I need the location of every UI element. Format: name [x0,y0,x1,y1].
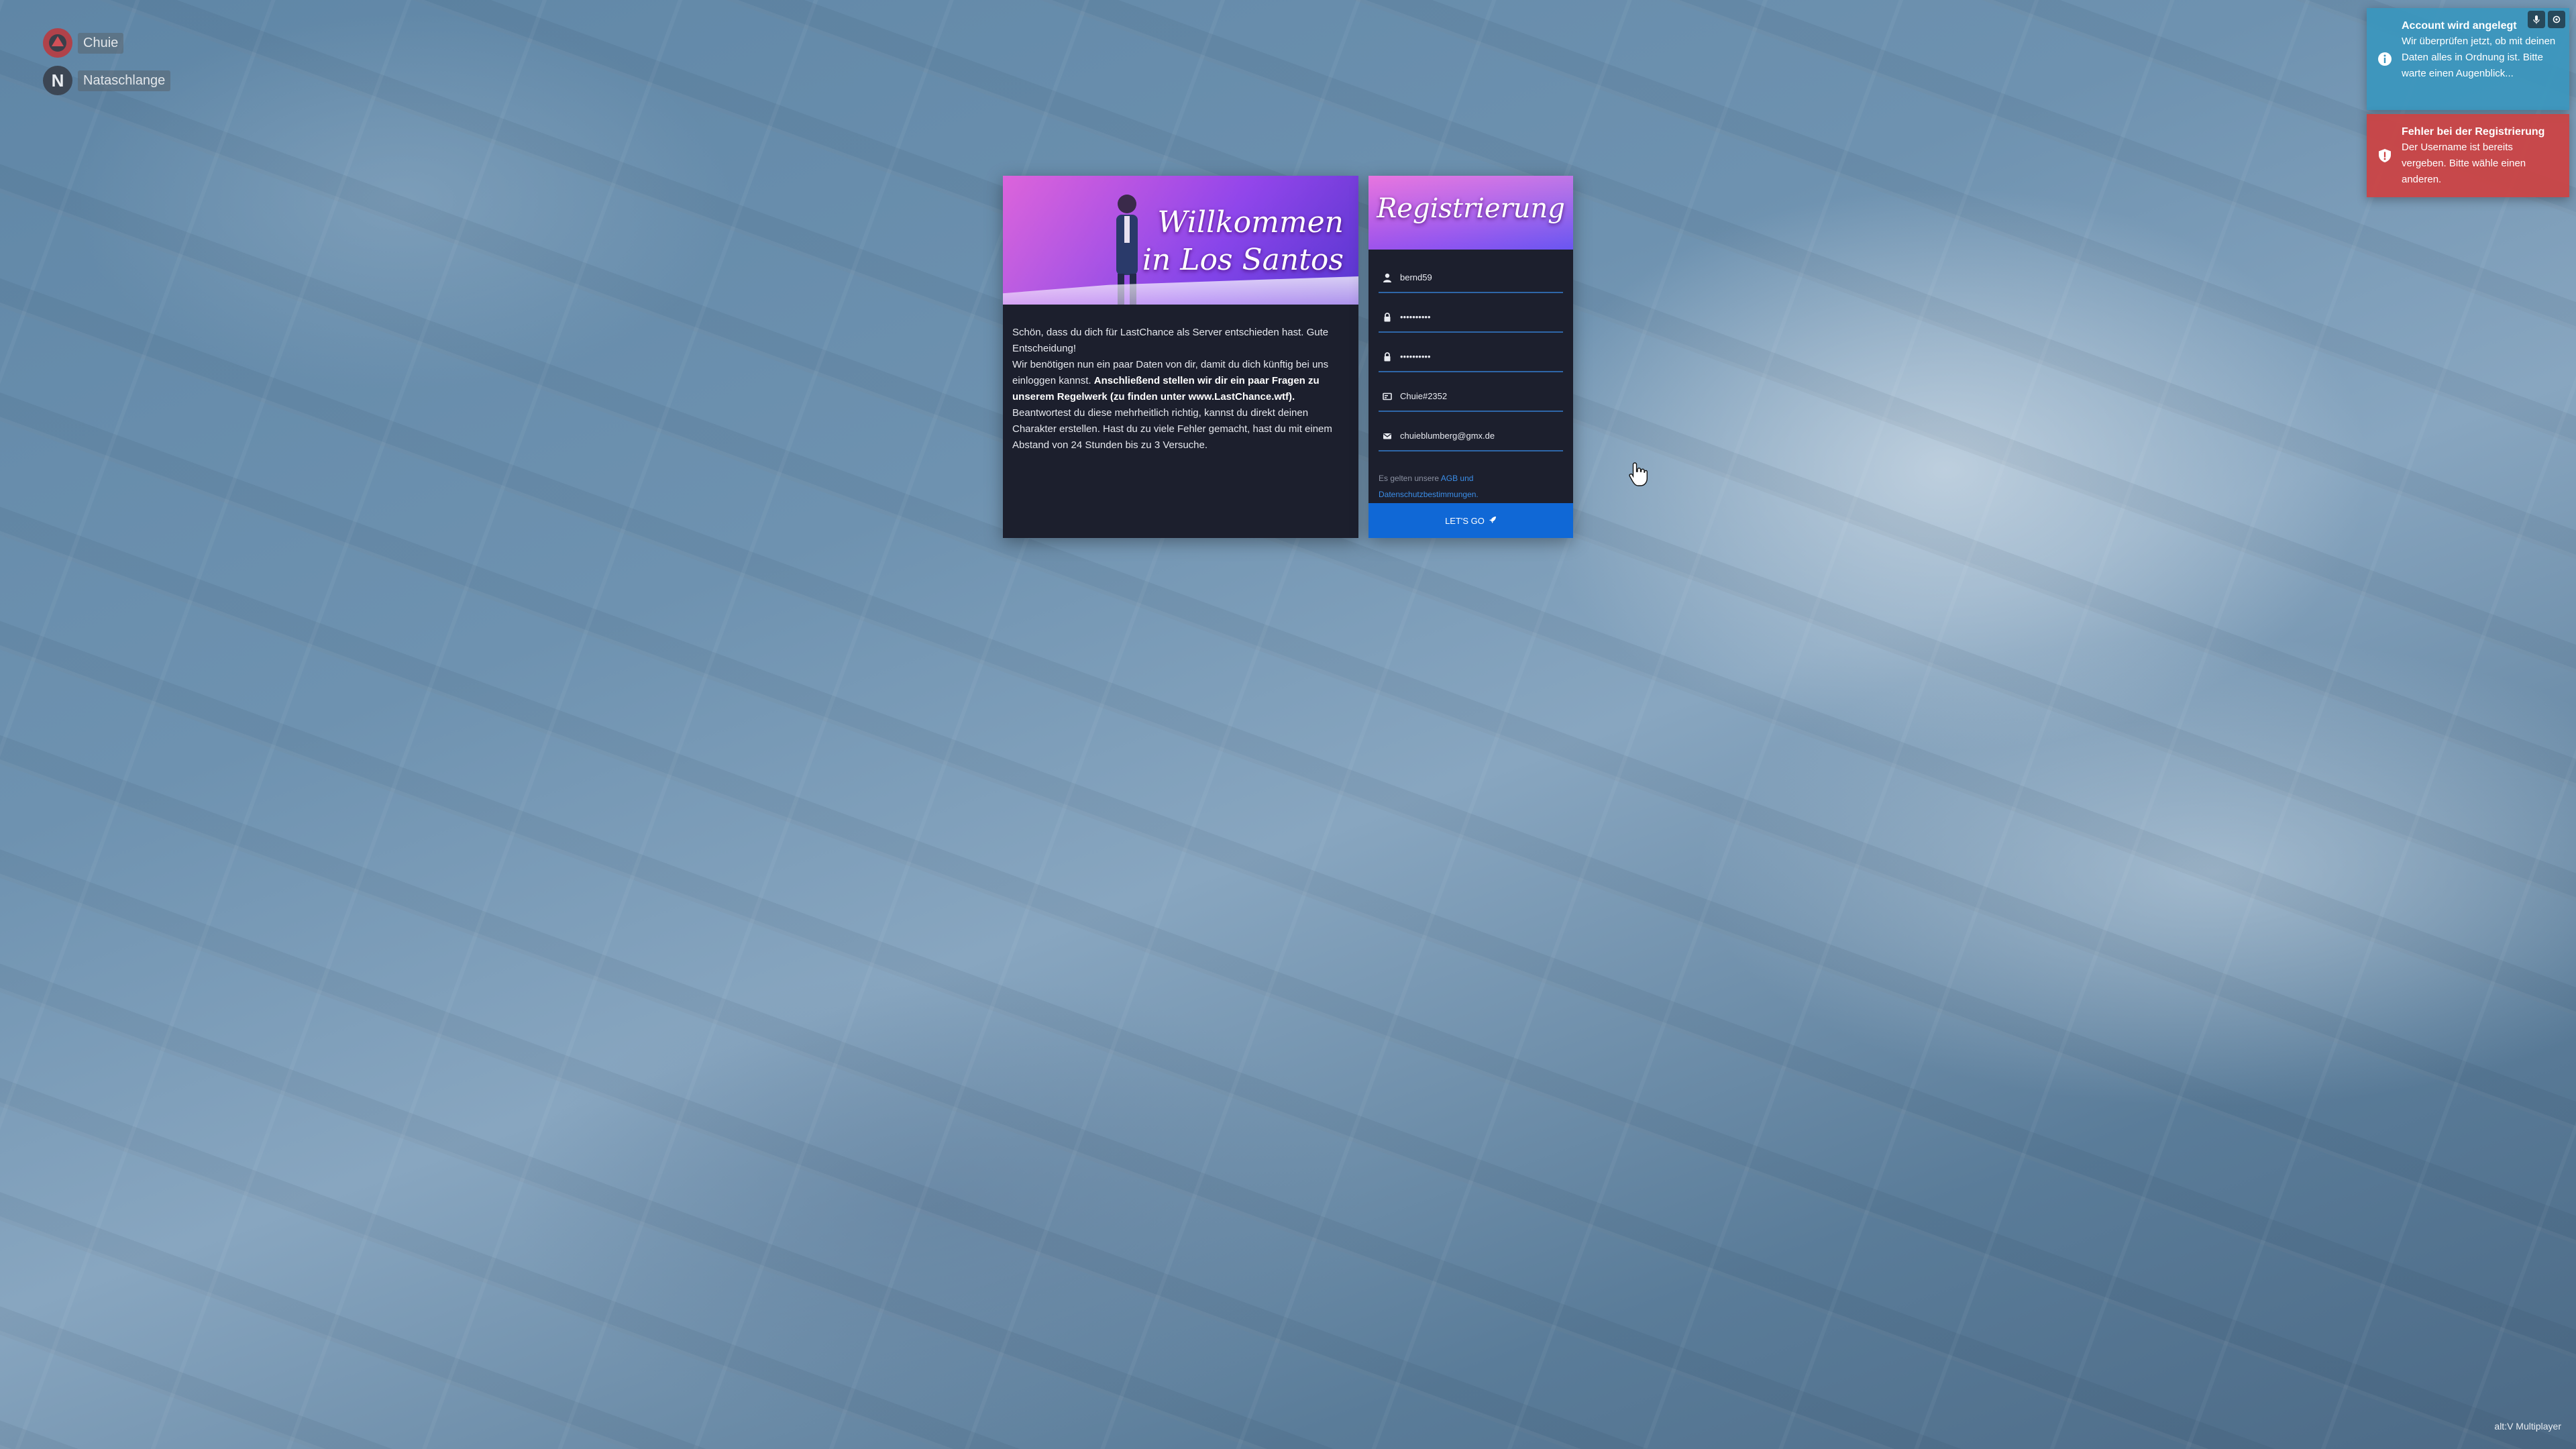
email-field-row [1379,412,1563,451]
envelope-icon [1379,431,1396,441]
email-input[interactable] [1400,431,1563,441]
info-icon [2378,52,2392,66]
shield-alert-icon [2379,149,2391,162]
player-entry: Chuie [43,27,170,59]
social-club-field-row [1379,372,1563,412]
system-tray [2525,11,2565,28]
avatar-icon [49,34,66,52]
welcome-text-body-end: Beantwortest du diese mehrheitlich richt… [1012,407,1332,451]
welcome-title-line2: in Los Santos [1142,243,1344,277]
notification-error: Fehler bei der Registrierung Der Usernam… [2367,114,2569,197]
player-entry: N Nataschlange [43,64,171,97]
notification-message: Wir überprüfen jetzt, ob mit deinen Date… [2402,36,2556,79]
social-club-input[interactable] [1400,391,1563,401]
welcome-text-intro: Schön, dass du dich für LastChance als S… [1012,327,1329,354]
terms-text: Es gelten unsere AGB und Datenschutzbest… [1379,470,1563,502]
welcome-card: Willkommen in Los Santos Schön, dass du … [1003,176,1358,538]
id-card-icon [1379,392,1396,401]
password-confirm-input[interactable] [1400,352,1563,362]
welcome-banner: Willkommen in Los Santos [1003,176,1358,305]
lock-icon [1379,352,1396,362]
welcome-title-line1: Willkommen [1157,205,1344,239]
microphone-icon [2528,11,2545,28]
password-input[interactable] [1400,312,1563,322]
submit-button[interactable]: LET'S GO [1368,503,1573,538]
welcome-text: Schön, dass du dich für LastChance als S… [1003,305,1358,453]
username-field-row [1379,254,1563,293]
registration-card: Registrierung bernd59 •••••••••• •••••••… [1368,176,1573,538]
player-name: Nataschlange [78,70,171,91]
rocket-icon [1489,516,1497,526]
submit-label: LET'S GO [1445,515,1485,526]
notification-title: Fehler bei der Registrierung [2402,126,2545,138]
lock-icon [1379,312,1396,322]
altv-watermark: alt:V Multiplayer [2494,1421,2561,1432]
user-icon [1379,273,1396,282]
registration-banner: Registrierung [1368,176,1573,250]
hand-cursor-icon [1629,462,1648,486]
registration-form: Es gelten unsere AGB und Datenschutzbest… [1368,250,1573,502]
player-name: Chuie [78,32,124,54]
player-list: Chuie N Nataschlange [43,27,171,102]
player-avatar [43,28,72,58]
settings-icon[interactable] [2548,11,2565,28]
welcome-banner-title: Willkommen in Los Santos [1142,204,1344,279]
password-confirm-field-row [1379,333,1563,372]
password-field-row [1379,293,1563,333]
notification-info: Account wird angelegt Wir überprüfen jet… [2367,8,2569,110]
banner-plane-image [1003,276,1358,305]
terms-prefix: Es gelten unsere [1379,474,1441,483]
player-avatar: N [43,66,72,95]
notification-message: Der Username ist bereits vergeben. Bitte… [2402,142,2526,185]
username-input[interactable] [1400,272,1563,282]
registration-title: Registrierung [1377,193,1565,224]
